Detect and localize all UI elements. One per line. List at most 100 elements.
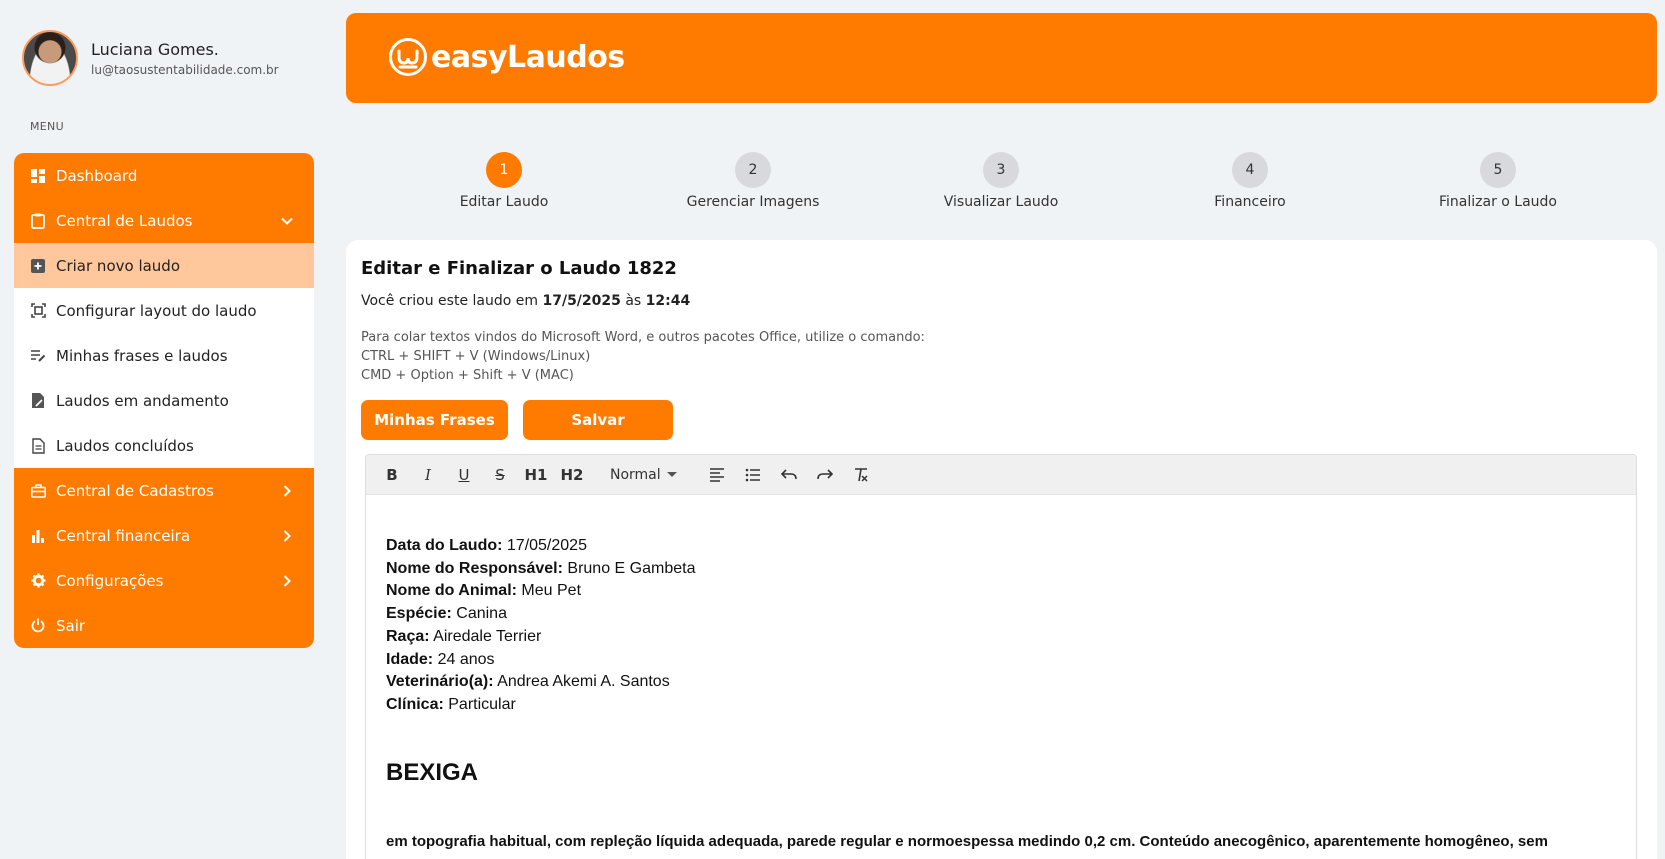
sidebar-item-minhas-frases[interactable]: Minhas frases e laudos (14, 333, 314, 378)
power-icon (30, 618, 46, 634)
avatar (22, 30, 78, 86)
sidebar-item-label: Criar novo laudo (56, 256, 181, 275)
sidebar-item-configuracoes[interactable]: Configurações (14, 558, 314, 603)
field-label: Raça: (386, 627, 430, 645)
sidebar-item-label: Configurações (56, 571, 164, 590)
edit-list-icon (30, 348, 46, 364)
save-button[interactable]: Salvar (523, 400, 673, 440)
field-label: Nome do Responsável: (386, 559, 563, 577)
app-logo[interactable]: easyLaudos (388, 37, 625, 77)
logo-mark-icon (389, 38, 427, 76)
rich-text-editor: B I U S H1 H2 Normal Data do Laudo: 17/0… (365, 454, 1637, 859)
edit-report-card: Editar e Finalizar o Laudo 1822 Você cri… (346, 240, 1657, 859)
underline-button[interactable]: U (446, 461, 482, 489)
field-value: 24 anos (437, 650, 495, 668)
redo-icon[interactable] (807, 461, 843, 489)
sidebar-item-sair[interactable]: Sair (14, 603, 314, 648)
gear-icon (30, 573, 46, 589)
layout-icon (30, 303, 46, 319)
tip-line: Para colar textos vindos do Microsoft Wo… (361, 330, 925, 345)
bar-chart-icon (30, 528, 46, 544)
plus-square-icon (30, 258, 46, 274)
sidebar-item-label: Laudos concluídos (56, 436, 194, 455)
italic-button[interactable]: I (410, 461, 446, 489)
report-field: Raça: Airedale Terrier (386, 626, 1616, 649)
step-gerenciar-imagens[interactable]: 2 Gerenciar Imagens (653, 152, 853, 210)
created-prefix: Você criou este laudo em (361, 293, 539, 309)
undo-icon[interactable] (771, 461, 807, 489)
report-field: Data do Laudo: 17/05/2025 (386, 535, 1616, 558)
sidebar: Luciana Gomes. lu@taosustentabilidade.co… (0, 0, 326, 859)
report-field: Clínica: Particular (386, 694, 1616, 717)
sidebar-item-label: Central de Laudos (56, 211, 193, 230)
step-number: 5 (1480, 152, 1516, 188)
chevron-right-icon (280, 529, 294, 543)
created-time: 12:44 (645, 293, 691, 309)
step-visualizar-laudo[interactable]: 3 Visualizar Laudo (901, 152, 1101, 210)
sidebar-item-central-de-laudos[interactable]: Central de Laudos (14, 198, 314, 243)
document-icon (30, 437, 46, 454)
step-label: Visualizar Laudo (943, 194, 1059, 210)
sidebar-item-central-de-cadastros[interactable]: Central de Cadastros (14, 468, 314, 513)
sidebar-item-configurar-layout[interactable]: Configurar layout do laudo (14, 288, 314, 333)
chevron-right-icon (280, 574, 294, 588)
logo-text: easyLaudos (431, 39, 625, 75)
step-financeiro[interactable]: 4 Financeiro (1150, 152, 1350, 210)
sidebar-item-dashboard[interactable]: Dashboard (14, 153, 314, 198)
report-field: Nome do Animal: Meu Pet (386, 580, 1616, 603)
step-finalizar-laudo[interactable]: 5 Finalizar o Laudo (1398, 152, 1598, 210)
sidebar-item-criar-novo-laudo[interactable]: Criar novo laudo (14, 243, 314, 288)
progress-stepper: 1 Editar Laudo 2 Gerenciar Imagens 3 Vis… (346, 152, 1657, 212)
align-left-icon[interactable] (699, 461, 735, 489)
briefcase-icon (30, 483, 46, 499)
sidebar-item-laudos-em-andamento[interactable]: Laudos em andamento (14, 378, 314, 423)
created-date: 17/5/2025 (542, 293, 621, 309)
text-format-select[interactable]: Normal (610, 467, 677, 483)
step-number: 3 (983, 152, 1019, 188)
heading2-button[interactable]: H2 (554, 461, 590, 489)
report-field: Espécie: Canina (386, 603, 1616, 626)
step-label: Finalizar o Laudo (1438, 194, 1557, 210)
editor-toolbar: B I U S H1 H2 Normal (366, 455, 1636, 495)
sidebar-item-label: Laudos em andamento (56, 391, 229, 410)
minhas-frases-button[interactable]: Minhas Frases (361, 400, 508, 440)
step-number: 4 (1232, 152, 1268, 188)
created-info: Você criou este laudo em 17/5/2025 às 12… (361, 293, 690, 309)
report-field: Idade: 24 anos (386, 649, 1616, 672)
heading1-button[interactable]: H1 (518, 461, 554, 489)
report-field: Veterinário(a): Andrea Akemi A. Santos (386, 671, 1616, 694)
sidebar-item-label: Central de Cadastros (56, 481, 214, 500)
field-value: 17/05/2025 (506, 537, 587, 554)
sidebar-item-central-financeira[interactable]: Central financeira (14, 513, 314, 558)
sidebar-item-label: Sair (56, 616, 86, 635)
field-label: Veterinário(a): (386, 673, 494, 691)
field-value: Canina (456, 605, 507, 623)
user-email: lu@taosustentabilidade.com.br (91, 62, 279, 77)
step-label: Editar Laudo (459, 194, 549, 210)
field-label: Idade: (386, 650, 434, 668)
strikethrough-button[interactable]: S (482, 461, 518, 489)
chevron-right-icon (280, 484, 294, 498)
report-field: Nome do Responsável: Bruno E Gambeta (386, 558, 1616, 581)
paste-tip: Para colar textos vindos do Microsoft Wo… (361, 328, 925, 385)
step-editar-laudo[interactable]: 1 Editar Laudo (404, 152, 604, 210)
field-value: Airedale Terrier (433, 627, 542, 645)
clear-format-icon[interactable] (843, 461, 879, 489)
field-label: Clínica: (386, 695, 444, 713)
sidebar-item-laudos-concluidos[interactable]: Laudos concluídos (14, 423, 314, 468)
clipboard-icon (30, 213, 46, 229)
bold-button[interactable]: B (374, 461, 410, 489)
bullet-list-icon[interactable] (735, 461, 771, 489)
dashboard-icon (30, 168, 46, 184)
step-label: Gerenciar Imagens (686, 194, 820, 210)
field-value: Meu Pet (521, 582, 582, 600)
field-value: Particular (448, 695, 516, 713)
top-header: easyLaudos (346, 13, 1657, 103)
section-paragraph: em topografia habitual, com repleção líq… (386, 832, 1548, 850)
sidebar-item-label: Minhas frases e laudos (56, 346, 228, 365)
user-profile[interactable]: Luciana Gomes. lu@taosustentabilidade.co… (22, 30, 279, 86)
step-label: Financeiro (1214, 194, 1286, 210)
created-mid: às (625, 293, 642, 309)
editor-content[interactable]: Data do Laudo: 17/05/2025 Nome do Respon… (366, 495, 1636, 850)
chevron-down-icon (280, 214, 294, 228)
